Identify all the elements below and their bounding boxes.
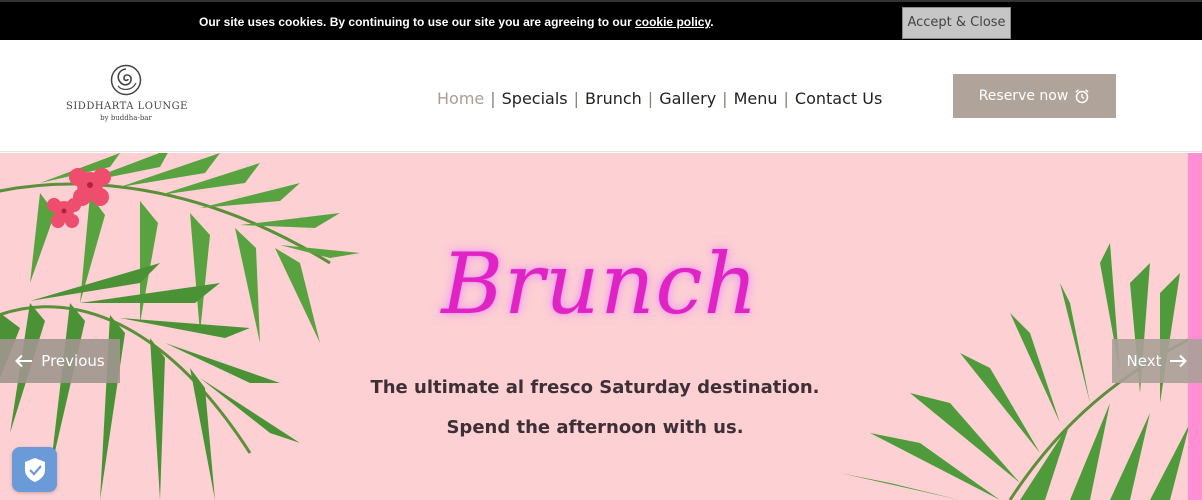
arrow-right-icon xyxy=(1170,354,1188,368)
logo-name: SIDDHARTA LOUNGE xyxy=(66,101,188,112)
nav-specials[interactable]: Specials xyxy=(502,89,568,108)
nav-brunch[interactable]: Brunch xyxy=(585,89,642,108)
nav-separator: | xyxy=(647,88,654,108)
logo-swirl-icon xyxy=(110,64,142,96)
cookie-message: Our site uses cookies. By continuing to … xyxy=(199,15,714,29)
nav-separator: | xyxy=(722,88,728,108)
hero-subtagline: Spend the afternoon with us. xyxy=(446,417,744,438)
nav-separator: | xyxy=(783,88,789,108)
logo-subtitle: by buddha-bar xyxy=(100,114,152,122)
shield-check-icon xyxy=(24,457,45,482)
next-label: Next xyxy=(1126,352,1162,370)
cookie-policy-link[interactable]: cookie policy xyxy=(635,15,710,29)
logo[interactable]: SIDDHARTA LOUNGE by buddha-bar xyxy=(66,64,188,130)
nav-contact-us[interactable]: Contact Us xyxy=(795,89,882,108)
nav-home[interactable]: Home xyxy=(437,89,484,108)
next-slide-button[interactable]: Next xyxy=(1112,339,1202,383)
slider-edge-strip xyxy=(1188,153,1202,500)
reserve-now-label: Reserve now xyxy=(978,88,1069,104)
nav-gallery[interactable]: Gallery xyxy=(659,89,716,108)
accept-close-button[interactable]: Accept & Close xyxy=(902,7,1011,39)
previous-label: Previous xyxy=(41,352,105,370)
hero-tagline: The ultimate al fresco Saturday destinat… xyxy=(370,377,820,398)
main-nav: Home | Specials | Brunch | Gallery | Men… xyxy=(437,87,882,109)
nav-separator: | xyxy=(573,88,580,108)
nav-separator: | xyxy=(490,88,496,108)
cookie-bar: Our site uses cookies. By continuing to … xyxy=(0,0,1202,40)
cookie-message-suffix: . xyxy=(710,15,714,29)
arrow-left-icon xyxy=(15,354,33,368)
reserve-now-button[interactable]: Reserve now xyxy=(953,74,1116,118)
nav-menu[interactable]: Menu xyxy=(734,89,778,108)
alarm-clock-icon xyxy=(1075,89,1089,104)
hero-slider: Brunch The ultimate al fresco Saturday d… xyxy=(0,153,1202,500)
previous-slide-button[interactable]: Previous xyxy=(0,339,120,383)
privacy-settings-button[interactable] xyxy=(12,447,57,492)
site-header: SIDDHARTA LOUNGE by buddha-bar Home | Sp… xyxy=(0,40,1202,152)
cookie-message-text: Our site uses cookies. By continuing to … xyxy=(199,15,636,29)
hero-title: Brunch xyxy=(441,235,759,333)
